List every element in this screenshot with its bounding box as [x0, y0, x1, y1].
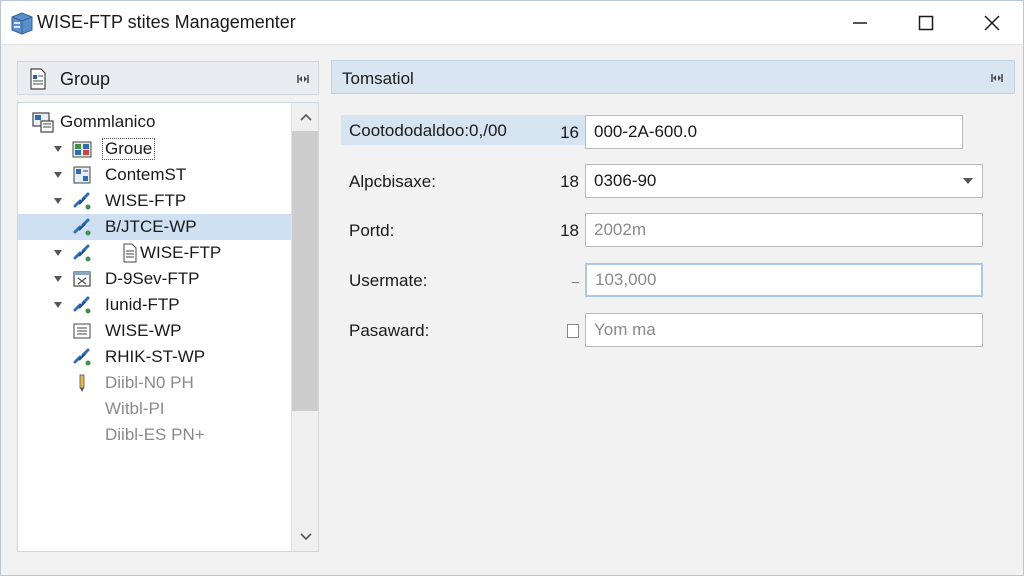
- form-row-port: Portd: 18: [331, 213, 1015, 247]
- tree-item-label: RHIK-ST-WP: [105, 347, 206, 366]
- tree-item[interactable]: WISE-WP: [18, 318, 292, 344]
- form-row-address: Alpcbisaxe: 18 0306-90: [331, 164, 1015, 198]
- expand-arrow-icon[interactable]: [52, 273, 64, 285]
- minimize-icon: [853, 22, 867, 24]
- scroll-down-button[interactable]: [292, 525, 318, 549]
- username-marker: –: [571, 274, 579, 289]
- close-button[interactable]: [959, 1, 1024, 45]
- document-icon: [123, 243, 137, 263]
- tree-item[interactable]: Diibl-N0 PH: [18, 370, 292, 396]
- chevron-up-icon: [299, 113, 312, 121]
- tree-item-label: ContemST: [105, 165, 187, 184]
- tree-item-label: Diibl-ES PN+: [105, 425, 205, 444]
- expand-arrow-icon[interactable]: [52, 299, 64, 311]
- tree-item-label: B/JTCE-WP: [105, 217, 197, 236]
- ftp-link-icon: [73, 296, 91, 314]
- tree-item[interactable]: ContemST: [18, 162, 292, 188]
- ftp-link-icon: [73, 192, 91, 210]
- ftp-link-icon: [73, 218, 91, 236]
- ftp-link-icon: [73, 244, 91, 262]
- window-icon: [73, 271, 91, 287]
- minimize-button[interactable]: [827, 1, 893, 45]
- tree-item-label: WISE-FTP: [105, 191, 187, 210]
- form-row-host: Cootododaldoo:0,/00 16: [331, 115, 1015, 149]
- form-row-password: Pasaward:: [331, 313, 1015, 347]
- site-manager-window: WISE-FTP stites Managementer Group Gomml…: [0, 0, 1024, 576]
- host-input[interactable]: [585, 115, 963, 149]
- close-icon: [984, 15, 1000, 31]
- ftp-link-icon: [73, 348, 91, 366]
- tree-item-label: D-9Sev-FTP: [105, 269, 200, 288]
- content-icon: [73, 166, 91, 184]
- window-title: WISE-FTP stites Managementer: [37, 12, 296, 32]
- tree-scrollbar[interactable]: [291, 103, 318, 551]
- tree-item[interactable]: Witbl-PI: [18, 396, 292, 422]
- tree-item[interactable]: B/JTCE-WP: [18, 214, 292, 240]
- address-select-value: 0306-90: [594, 171, 657, 190]
- form-row-username: Usermate: –: [331, 263, 1015, 297]
- tree-item-label: WISE-WP: [105, 321, 182, 340]
- site-tree[interactable]: Gommlanico Groue ContemST WISE-FTP B/JTCE-W…: [17, 102, 319, 552]
- password-input[interactable]: [585, 313, 983, 347]
- expand-arrow-icon[interactable]: [52, 195, 64, 207]
- group-panel-header: Group: [17, 61, 319, 95]
- scroll-up-button[interactable]: [292, 105, 318, 129]
- list-icon: [73, 323, 91, 339]
- tree-item-label: Groue: [101, 138, 156, 160]
- username-input[interactable]: [585, 263, 983, 297]
- group-panel-title: Group: [60, 69, 111, 89]
- tree-item[interactable]: Groue: [18, 136, 292, 162]
- tree-root[interactable]: Gommlanico: [32, 109, 292, 135]
- tree-item[interactable]: D-9Sev-FTP: [18, 266, 292, 292]
- tree-item[interactable]: Diibl-ES PN+: [18, 422, 292, 448]
- address-select[interactable]: 0306-90: [585, 164, 983, 198]
- chevron-down-icon: [963, 178, 973, 184]
- tree-item[interactable]: Iunid-FTP: [18, 292, 292, 318]
- port-label: Portd:: [349, 221, 395, 240]
- details-panel-header: Tomsatiol: [331, 60, 1015, 94]
- maximize-button[interactable]: [893, 1, 959, 45]
- tree-item-label: Witbl-PI: [105, 399, 165, 418]
- maximize-icon: [918, 15, 934, 31]
- port-number: 18: [560, 221, 579, 240]
- tree-item[interactable]: RHIK-ST-WP: [18, 344, 292, 370]
- expand-arrow-icon[interactable]: [52, 169, 64, 181]
- server-box-icon: [11, 12, 33, 35]
- tree-root-label: Gommlanico: [60, 112, 156, 131]
- tree-item-label: Iunid-FTP: [105, 295, 180, 314]
- show-password-checkbox[interactable]: [567, 324, 579, 338]
- expand-arrow-icon[interactable]: [52, 143, 64, 155]
- pencil-icon: [79, 374, 85, 392]
- expand-arrow-icon[interactable]: [52, 247, 64, 259]
- computer-icon: [32, 112, 54, 133]
- tree-item-label: WISE-FTP: [140, 243, 222, 262]
- details-panel-title: Tomsatiol: [342, 69, 414, 88]
- group-folder-icon: [72, 141, 92, 158]
- pin-icon[interactable]: [990, 71, 1004, 85]
- chevron-down-icon: [299, 533, 312, 541]
- tree-item-label: Diibl-N0 PH: [105, 373, 194, 392]
- host-number: 16: [560, 123, 579, 142]
- tree-item[interactable]: WISE-FTP: [18, 240, 292, 266]
- tree-item[interactable]: WISE-FTP: [18, 188, 292, 214]
- password-label: Pasaward:: [349, 321, 430, 340]
- title-bar: WISE-FTP stites Managementer: [1, 1, 1023, 45]
- address-label: Alpcbisaxe:: [349, 172, 436, 191]
- username-label: Usermate:: [349, 271, 428, 290]
- port-input[interactable]: [585, 213, 983, 247]
- address-number: 18: [560, 172, 579, 191]
- document-icon: [30, 68, 46, 90]
- scroll-thumb[interactable]: [292, 131, 318, 411]
- pin-icon[interactable]: [296, 72, 310, 86]
